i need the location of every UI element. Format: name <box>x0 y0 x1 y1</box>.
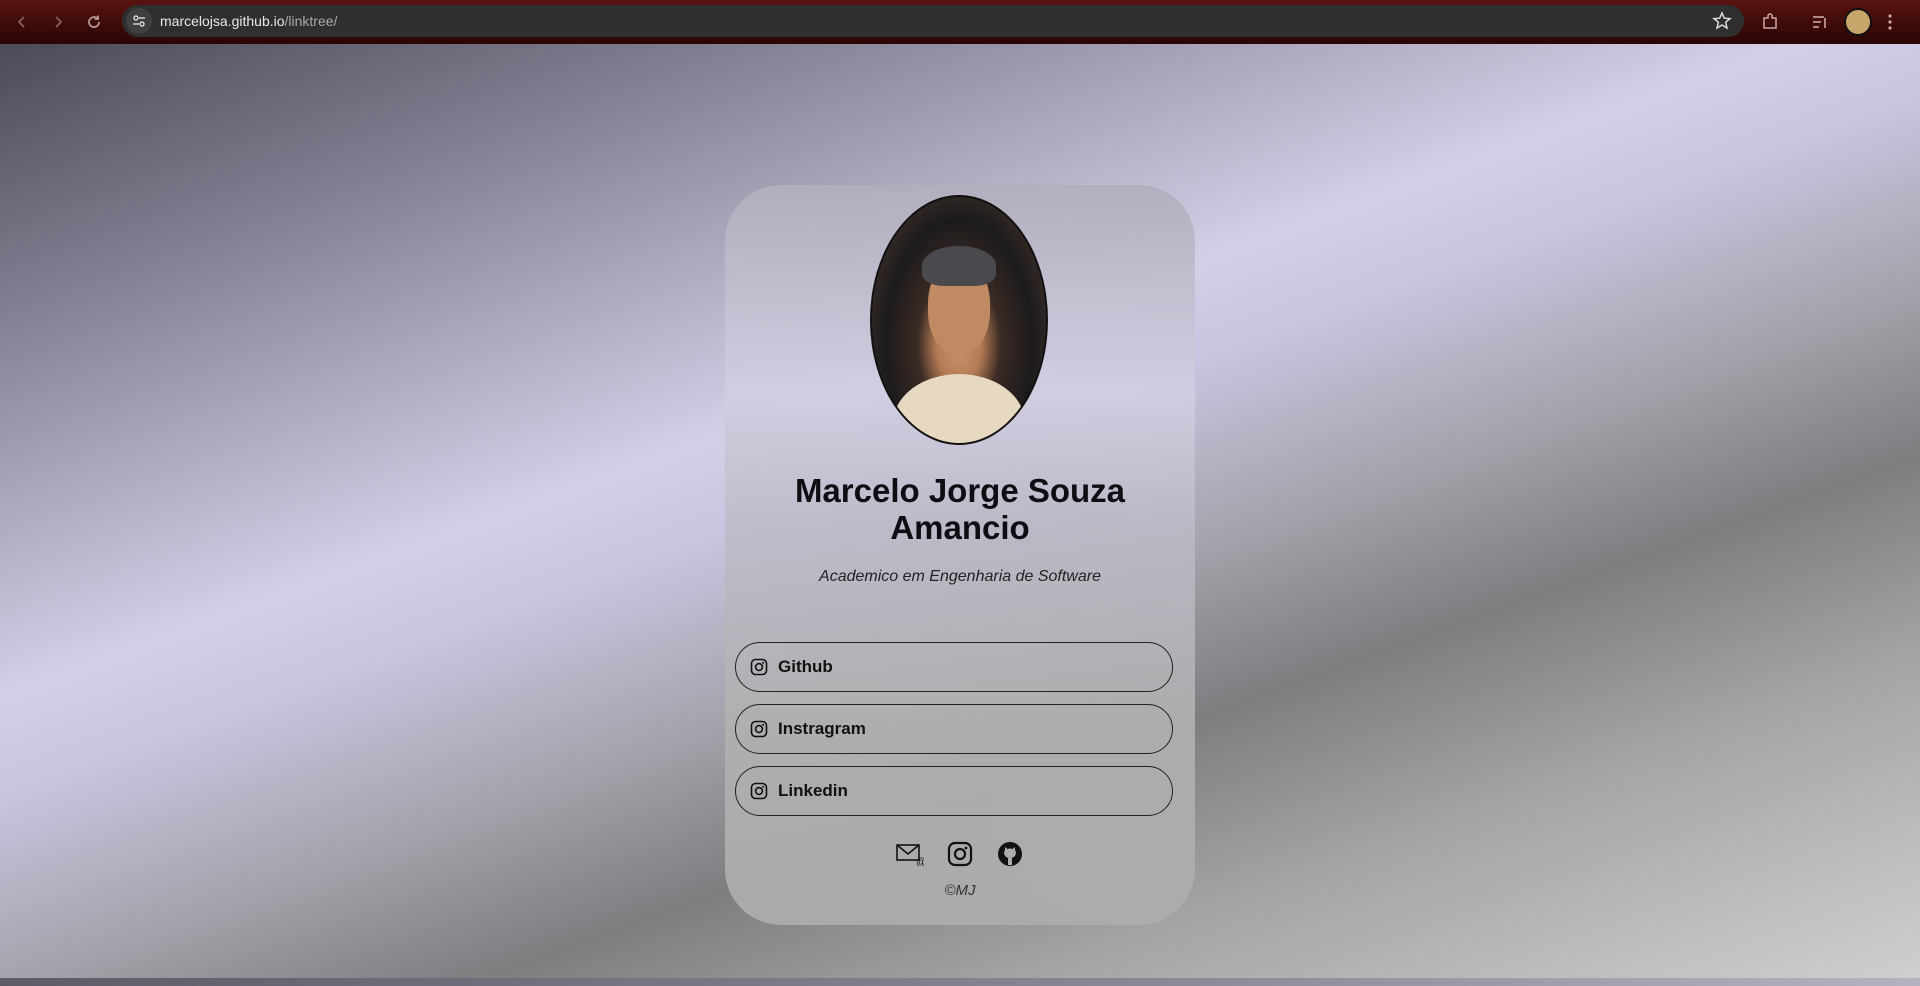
toolbar-right <box>1760 8 1894 36</box>
media-queue-icon[interactable] <box>1810 12 1830 32</box>
social-icons: @ <box>725 840 1195 868</box>
site-info-button[interactable] <box>126 8 152 34</box>
link-label: Github <box>778 657 833 676</box>
copyright-text: ©MJ <box>944 882 976 899</box>
link-button-linkedin[interactable]: Linkedin <box>735 766 1173 816</box>
browser-toolbar: marcelojsa.github.io/linktree/ <box>0 0 1920 44</box>
bookmark-star-icon[interactable] <box>1712 11 1732 31</box>
profile-photo <box>870 195 1048 445</box>
extensions-icon[interactable] <box>1760 12 1780 32</box>
link-button-github[interactable]: Github <box>735 642 1173 692</box>
link-label: Instragram <box>778 719 866 738</box>
svg-text:@: @ <box>916 857 924 866</box>
url-text: marcelojsa.github.io/linktree/ <box>160 13 337 29</box>
tune-icon <box>133 15 145 27</box>
arrow-left-icon <box>17 16 25 28</box>
instagram-icon <box>750 720 768 738</box>
link-label: Linkedin <box>778 781 848 800</box>
github-icon <box>998 842 1022 866</box>
bottom-strip <box>0 978 1920 986</box>
instagram-link[interactable] <box>946 840 974 868</box>
github-link[interactable] <box>996 840 1024 868</box>
url-path: /linktree/ <box>284 13 338 29</box>
profile-card: Marcelo Jorge Souza Amancio Academico em… <box>725 185 1195 925</box>
reload-icon <box>88 15 100 28</box>
link-button-instagram[interactable]: Instragram <box>735 704 1173 754</box>
menu-kebab-icon[interactable] <box>1886 12 1894 32</box>
instagram-icon <box>750 658 768 676</box>
email-icon: @ <box>896 844 924 866</box>
page-background: Marcelo Jorge Souza Amancio Academico em… <box>0 44 1920 978</box>
profile-subtitle: Academico em Engenharia de Software <box>819 568 1101 585</box>
email-link[interactable]: @ <box>896 840 924 868</box>
back-button[interactable] <box>8 8 36 36</box>
forward-button[interactable] <box>44 8 72 36</box>
instagram-icon <box>947 841 973 867</box>
profile-avatar[interactable] <box>1844 8 1872 36</box>
address-bar[interactable]: marcelojsa.github.io/linktree/ <box>122 5 1744 37</box>
arrow-right-icon <box>55 16 63 28</box>
url-host: marcelojsa.github.io <box>160 13 285 29</box>
profile-name: Marcelo Jorge Souza Amancio <box>794 472 1126 546</box>
reload-button[interactable] <box>80 8 108 36</box>
instagram-icon <box>750 782 768 800</box>
